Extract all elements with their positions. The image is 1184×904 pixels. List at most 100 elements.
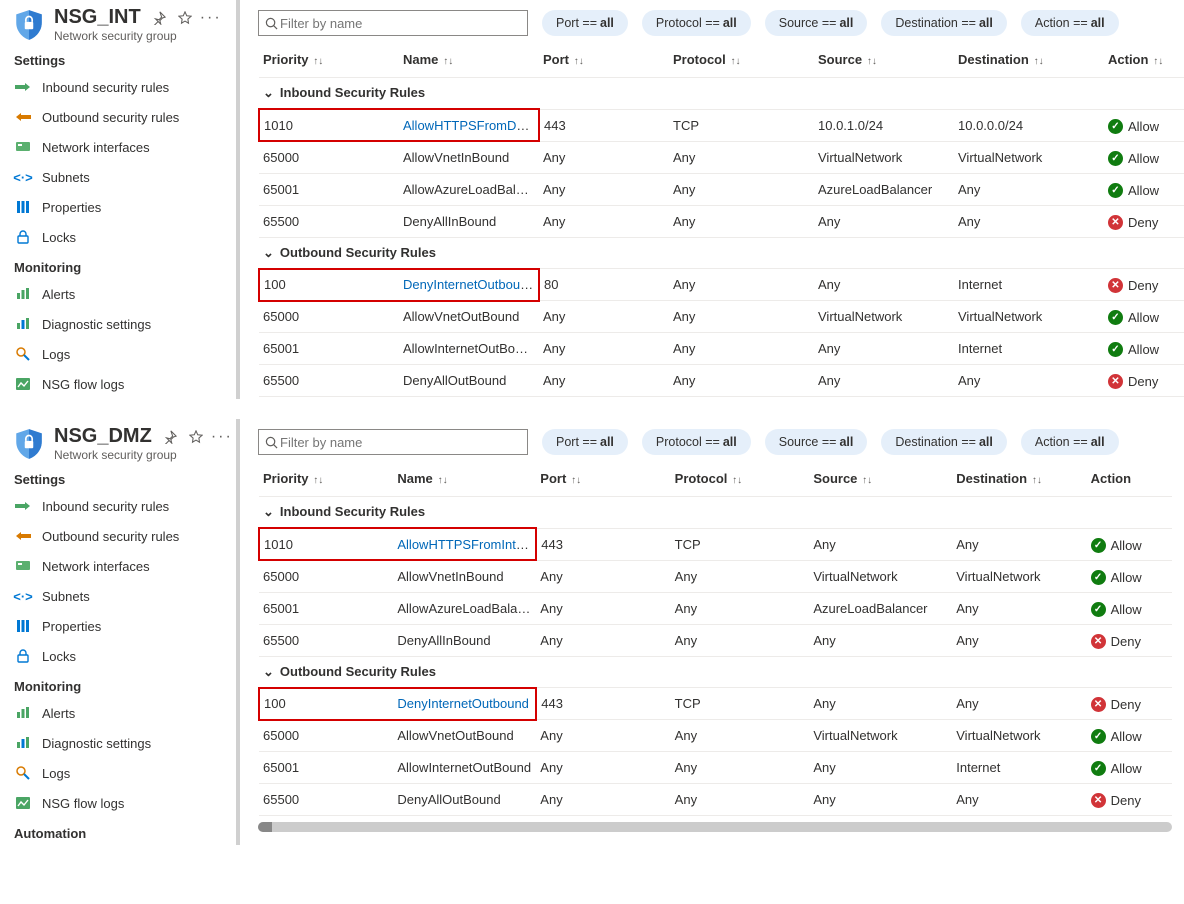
col-destination[interactable]: Destination ↑↓	[954, 46, 1104, 78]
table-row[interactable]: 65500 DenyAllOutBound Any Any Any Any ✕D…	[259, 784, 1172, 816]
search-field[interactable]	[278, 434, 521, 451]
more-icon[interactable]: ···	[203, 10, 219, 26]
cell-protocol: Any	[669, 365, 814, 397]
filter-action[interactable]: Action == all	[1021, 10, 1119, 36]
col-name[interactable]: Name ↑↓	[393, 465, 536, 497]
sidebar-item-properties[interactable]: Properties	[8, 192, 232, 222]
inbound-rules-icon	[14, 78, 32, 96]
sidebar-item-locks[interactable]: Locks	[8, 641, 232, 671]
filter-action[interactable]: Action == all	[1021, 429, 1119, 455]
sidebar-item-diag[interactable]: Diagnostic settings	[8, 728, 232, 758]
table-row[interactable]: 1010 AllowHTTPSFromInter… 443 TCP Any An…	[259, 528, 1172, 560]
sidebar-item-alerts[interactable]: Alerts	[8, 698, 232, 728]
table-row[interactable]: 65500 DenyAllOutBound Any Any Any Any ✕D…	[259, 365, 1184, 397]
sidebar-item-subnets[interactable]: <·>Subnets	[8, 162, 232, 192]
sidebar-item-nics[interactable]: Network interfaces	[8, 132, 232, 162]
cell-priority: 65001	[259, 333, 399, 365]
table-row[interactable]: 65001 AllowAzureLoadBalan… Any Any Azure…	[259, 592, 1172, 624]
col-name[interactable]: Name ↑↓	[399, 46, 539, 78]
cross-icon: ✕	[1108, 215, 1123, 230]
more-icon[interactable]: ···	[214, 429, 230, 445]
table-row[interactable]: 1010 AllowHTTPSFromDMZ 443 TCP 10.0.1.0/…	[259, 109, 1184, 141]
star-icon[interactable]	[188, 429, 204, 445]
col-protocol[interactable]: Protocol ↑↓	[669, 46, 814, 78]
rule-name-link[interactable]: DenyInternetOutbound	[403, 277, 535, 292]
sidebar-item-flowlogs[interactable]: NSG flow logs	[8, 369, 232, 399]
page-title: NSG_INT	[54, 6, 141, 29]
horizontal-scrollbar[interactable]	[258, 822, 1172, 832]
nav-label: Diagnostic settings	[42, 736, 151, 751]
table-row[interactable]: 100 DenyInternetOutbound 443 TCP Any Any…	[259, 688, 1172, 720]
col-priority[interactable]: Priority ↑↓	[259, 46, 399, 78]
action-label: Allow	[1111, 538, 1142, 553]
sidebar-item-flowlogs[interactable]: NSG flow logs	[8, 788, 232, 818]
action-label: Deny	[1111, 697, 1141, 712]
col-action[interactable]: Action	[1087, 465, 1172, 497]
col-source[interactable]: Source ↑↓	[809, 465, 952, 497]
search-field[interactable]	[278, 15, 521, 32]
sidebar-item-properties[interactable]: Properties	[8, 611, 232, 641]
pin-icon[interactable]	[151, 10, 167, 26]
sidebar-item-logs[interactable]: Logs	[8, 339, 232, 369]
check-icon: ✓	[1091, 538, 1106, 553]
chevron-down-icon: ⌄	[263, 245, 274, 261]
filter-protocol[interactable]: Protocol == all	[642, 429, 751, 455]
rule-name-link[interactable]: AllowHTTPSFromDMZ	[403, 118, 535, 133]
col-destination[interactable]: Destination ↑↓	[952, 465, 1086, 497]
sidebar-item-outbound[interactable]: Outbound security rules	[8, 521, 232, 551]
sidebar-item-locks[interactable]: Locks	[8, 222, 232, 252]
filter-port[interactable]: Port == all	[542, 10, 628, 36]
star-icon[interactable]	[177, 10, 193, 26]
table-row[interactable]: 65001 AllowInternetOutBound Any Any Any …	[259, 333, 1184, 365]
sidebar-item-diag[interactable]: Diagnostic settings	[8, 309, 232, 339]
filter-source[interactable]: Source == all	[765, 10, 868, 36]
col-action[interactable]: Action ↑↓	[1104, 46, 1184, 78]
sidebar-item-logs[interactable]: Logs	[8, 758, 232, 788]
filter-bar: Port == all Protocol == all Source == al…	[258, 429, 1172, 455]
cell-destination: Internet	[952, 752, 1086, 784]
action-label: Allow	[1128, 310, 1159, 325]
search-input[interactable]	[258, 10, 528, 36]
sidebar-item-inbound[interactable]: Inbound security rules	[8, 491, 232, 521]
col-source[interactable]: Source ↑↓	[814, 46, 954, 78]
table-row[interactable]: 65001 AllowInternetOutBound Any Any Any …	[259, 752, 1172, 784]
filter-source[interactable]: Source == all	[765, 429, 868, 455]
rule-name-link[interactable]: AllowHTTPSFromInter…	[397, 537, 536, 552]
table-row[interactable]: 65500 DenyAllInBound Any Any Any Any ✕De…	[259, 624, 1172, 656]
table-row[interactable]: 65000 AllowVnetInBound Any Any VirtualNe…	[259, 560, 1172, 592]
sidebar-item-nics[interactable]: Network interfaces	[8, 551, 232, 581]
table-row[interactable]: 65001 AllowAzureLoadBalance… Any Any Azu…	[259, 173, 1184, 205]
search-input[interactable]	[258, 429, 528, 455]
sidebar-item-alerts[interactable]: Alerts	[8, 279, 232, 309]
cell-port: Any	[536, 560, 670, 592]
pin-icon[interactable]	[162, 429, 178, 445]
rule-group-header[interactable]: ⌄Outbound Security Rules	[259, 656, 1172, 688]
table-row[interactable]: 65000 AllowVnetOutBound Any Any VirtualN…	[259, 720, 1172, 752]
col-priority[interactable]: Priority ↑↓	[259, 465, 393, 497]
col-port[interactable]: Port ↑↓	[536, 465, 670, 497]
col-port[interactable]: Port ↑↓	[539, 46, 669, 78]
nav-label: Properties	[42, 200, 101, 215]
col-protocol[interactable]: Protocol ↑↓	[671, 465, 810, 497]
filter-destination[interactable]: Destination == all	[881, 10, 1007, 36]
rule-group-header[interactable]: ⌄Outbound Security Rules	[259, 237, 1184, 269]
table-row[interactable]: 65500 DenyAllInBound Any Any Any Any ✕De…	[259, 205, 1184, 237]
filter-protocol[interactable]: Protocol == all	[642, 10, 751, 36]
filter-port[interactable]: Port == all	[542, 429, 628, 455]
sidebar-item-inbound[interactable]: Inbound security rules	[8, 72, 232, 102]
table-row[interactable]: 65000 AllowVnetOutBound Any Any VirtualN…	[259, 301, 1184, 333]
sidebar-item-outbound[interactable]: Outbound security rules	[8, 102, 232, 132]
sidebar-item-subnets[interactable]: <·>Subnets	[8, 581, 232, 611]
action-label: Allow	[1111, 761, 1142, 776]
filter-destination[interactable]: Destination == all	[881, 429, 1007, 455]
sidebar: NSG_DMZ ··· Network security group Setti…	[8, 419, 240, 845]
flowlogs-icon	[14, 794, 32, 812]
rule-group-header[interactable]: ⌄Inbound Security Rules	[259, 78, 1184, 110]
table-row[interactable]: 65000 AllowVnetInBound Any Any VirtualNe…	[259, 141, 1184, 173]
check-icon: ✓	[1091, 602, 1106, 617]
cell-source: 10.0.1.0/24	[814, 109, 954, 141]
cell-port: Any	[539, 141, 669, 173]
table-row[interactable]: 100 DenyInternetOutbound 80 Any Any Inte…	[259, 269, 1184, 301]
rule-name-link[interactable]: DenyInternetOutbound	[397, 696, 529, 711]
rule-group-header[interactable]: ⌄Inbound Security Rules	[259, 497, 1172, 529]
